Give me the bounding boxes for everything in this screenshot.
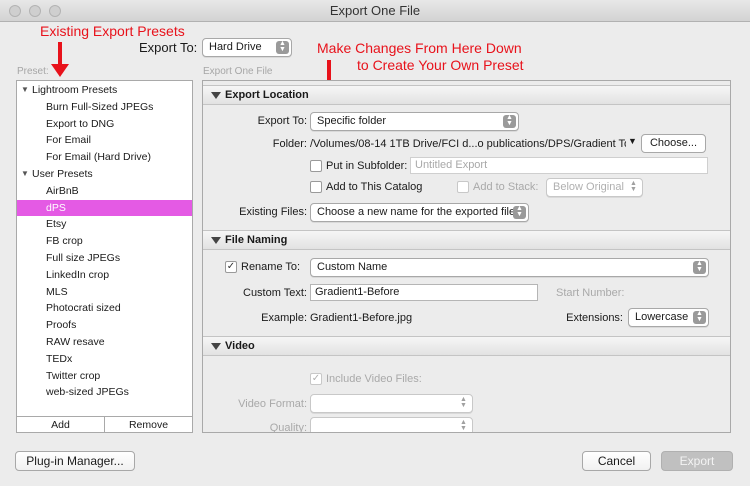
preset-item[interactable]: Photocrati sized bbox=[17, 300, 192, 317]
section-title: Video bbox=[225, 340, 255, 352]
dropdown-stepper-icon: ▲ ▼ bbox=[276, 40, 289, 54]
preset-item[interactable]: LinkedIn crop bbox=[17, 267, 192, 284]
preset-item[interactable]: TEDx bbox=[17, 351, 192, 368]
export-to-label: Export To: bbox=[139, 40, 198, 55]
preset-item[interactable]: dPS bbox=[17, 199, 192, 217]
include-video-label: Include Video Files: bbox=[326, 373, 422, 385]
location-export-to-label: Export To: bbox=[257, 115, 307, 127]
dropdown-stepper-icon: ▲ ▼ bbox=[460, 396, 467, 409]
dropdown-stepper-icon: ▲ ▼ bbox=[693, 310, 706, 324]
disclosure-triangle-icon bbox=[211, 237, 221, 244]
example-label: Example: bbox=[261, 312, 307, 324]
video-quality-dropdown[interactable]: ▲ ▼ bbox=[310, 417, 473, 432]
annotation-make-changes-line2: to Create Your Own Preset bbox=[357, 57, 524, 73]
existing-files-value: Choose a new name for the exported file bbox=[317, 206, 516, 218]
folder-label: Folder: bbox=[272, 138, 307, 150]
subfolder-label: Put in Subfolder: bbox=[326, 160, 408, 172]
export-to-dropdown[interactable]: Hard Drive ▲ ▼ bbox=[202, 38, 292, 57]
preset-actions: Add Remove bbox=[17, 416, 192, 433]
disclosure-triangle-icon[interactable]: ▼ bbox=[21, 82, 29, 99]
preset-group-label: Lightroom Presets bbox=[32, 84, 118, 96]
example-filename: Gradient1-Before.jpg bbox=[310, 312, 413, 324]
preset-group[interactable]: ▼ User Presets bbox=[17, 166, 192, 183]
preset-item[interactable]: Burn Full-Sized JPEGs bbox=[17, 99, 192, 116]
preset-item[interactable]: Twitter crop bbox=[17, 368, 192, 385]
annotation-existing-presets: Existing Export Presets bbox=[40, 23, 185, 39]
existing-files-dropdown[interactable]: Choose a new name for the exported file … bbox=[310, 203, 529, 222]
section-export-location-header[interactable]: Export Location bbox=[203, 85, 730, 105]
preset-item[interactable]: web-sized JPEGs bbox=[17, 384, 192, 401]
location-export-to-value: Specific folder bbox=[317, 115, 387, 127]
existing-files-label: Existing Files: bbox=[239, 206, 307, 218]
annotation-make-changes-line1: Make Changes From Here Down bbox=[317, 40, 522, 56]
preset-item[interactable]: Export to DNG bbox=[17, 116, 192, 133]
start-number-label: Start Number: bbox=[556, 287, 625, 299]
export-to-value: Hard Drive bbox=[209, 41, 262, 53]
add-to-catalog-checkbox[interactable] bbox=[310, 181, 322, 193]
remove-preset-button[interactable]: Remove bbox=[104, 417, 192, 433]
location-export-to-dropdown[interactable]: Specific folder ▲ ▼ bbox=[310, 112, 519, 131]
preset-label: Preset: bbox=[17, 66, 49, 77]
rename-label: Rename To: bbox=[241, 261, 301, 273]
minimize-window-icon[interactable] bbox=[29, 5, 41, 17]
disclosure-triangle-icon bbox=[211, 92, 221, 99]
choose-folder-button[interactable]: Choose... bbox=[641, 134, 706, 153]
panel-label: Export One File bbox=[203, 66, 273, 77]
extensions-label: Extensions: bbox=[566, 312, 623, 324]
rename-template-value: Custom Name bbox=[317, 261, 388, 273]
export-button[interactable]: Export bbox=[661, 451, 733, 471]
section-title: File Naming bbox=[225, 234, 288, 246]
preset-item[interactable]: For Email bbox=[17, 132, 192, 149]
preset-item[interactable]: Etsy bbox=[17, 216, 192, 233]
rename-checkbox[interactable]: ✓ bbox=[225, 261, 237, 273]
stack-position-dropdown[interactable]: Below Original ▲ ▼ bbox=[546, 178, 643, 197]
preset-item[interactable]: Proofs bbox=[17, 317, 192, 334]
preset-list: ▼ Lightroom Presets Burn Full-Sized JPEGs E… bbox=[16, 80, 193, 433]
add-to-catalog-label: Add to This Catalog bbox=[326, 181, 423, 193]
add-preset-button[interactable]: Add bbox=[17, 417, 104, 433]
disclosure-triangle-icon[interactable]: ▼ bbox=[21, 166, 29, 183]
add-to-stack-label: Add to Stack: bbox=[473, 181, 539, 193]
preset-item[interactable]: FB crop bbox=[17, 233, 192, 250]
extensions-value: Lowercase bbox=[635, 311, 689, 323]
folder-path: /Volumes/08-14 1TB Drive/FCI d...o publi… bbox=[310, 138, 626, 150]
zoom-window-icon[interactable] bbox=[49, 5, 61, 17]
section-title: Export Location bbox=[225, 89, 309, 101]
cancel-button[interactable]: Cancel bbox=[582, 451, 651, 471]
dropdown-stepper-icon: ▲ ▼ bbox=[460, 419, 467, 432]
custom-text-label: Custom Text: bbox=[243, 287, 307, 299]
preset-item[interactable]: RAW resave bbox=[17, 334, 192, 351]
preset-group-label: User Presets bbox=[32, 168, 93, 180]
plugin-manager-button[interactable]: Plug-in Manager... bbox=[15, 451, 135, 471]
rename-template-dropdown[interactable]: Custom Name ▲ ▼ bbox=[310, 258, 709, 277]
disclosure-triangle-icon bbox=[211, 343, 221, 350]
dropdown-stepper-icon: ▲ ▼ bbox=[630, 180, 637, 193]
preset-group[interactable]: ▼ Lightroom Presets bbox=[17, 82, 192, 99]
title-bar: Export One File bbox=[0, 0, 750, 22]
dropdown-stepper-icon: ▲ ▼ bbox=[503, 114, 516, 128]
section-file-naming-header[interactable]: File Naming bbox=[203, 230, 730, 250]
close-window-icon[interactable] bbox=[9, 5, 21, 17]
dropdown-stepper-icon: ▲ ▼ bbox=[513, 205, 526, 219]
subfolder-checkbox[interactable] bbox=[310, 160, 322, 172]
preset-item[interactable]: AirBnB bbox=[17, 183, 192, 200]
settings-panel: Export Location Export To: Specific fold… bbox=[202, 80, 731, 433]
subfolder-input[interactable]: Untitled Export bbox=[410, 157, 708, 174]
preset-item[interactable]: Full size JPEGs bbox=[17, 250, 192, 267]
custom-text-input[interactable]: Gradient1-Before bbox=[310, 284, 538, 301]
annotation-arrow-left-icon bbox=[51, 42, 69, 77]
dropdown-stepper-icon: ▲ ▼ bbox=[693, 260, 706, 274]
video-format-dropdown[interactable]: ▲ ▼ bbox=[310, 394, 473, 413]
preset-item[interactable]: For Email (Hard Drive) bbox=[17, 149, 192, 166]
extensions-dropdown[interactable]: Lowercase ▲ ▼ bbox=[628, 308, 709, 327]
add-to-stack-checkbox[interactable] bbox=[457, 181, 469, 193]
section-video-header[interactable]: Video bbox=[203, 336, 730, 356]
folder-history-chevron-icon[interactable]: ▼ bbox=[628, 136, 637, 146]
window-title: Export One File bbox=[329, 3, 421, 18]
include-video-checkbox[interactable]: ✓ bbox=[310, 373, 322, 385]
video-format-label: Video Format: bbox=[238, 398, 307, 410]
video-quality-label: Quality: bbox=[269, 422, 307, 433]
stack-position-value: Below Original bbox=[553, 181, 624, 193]
preset-item[interactable]: MLS bbox=[17, 284, 192, 301]
